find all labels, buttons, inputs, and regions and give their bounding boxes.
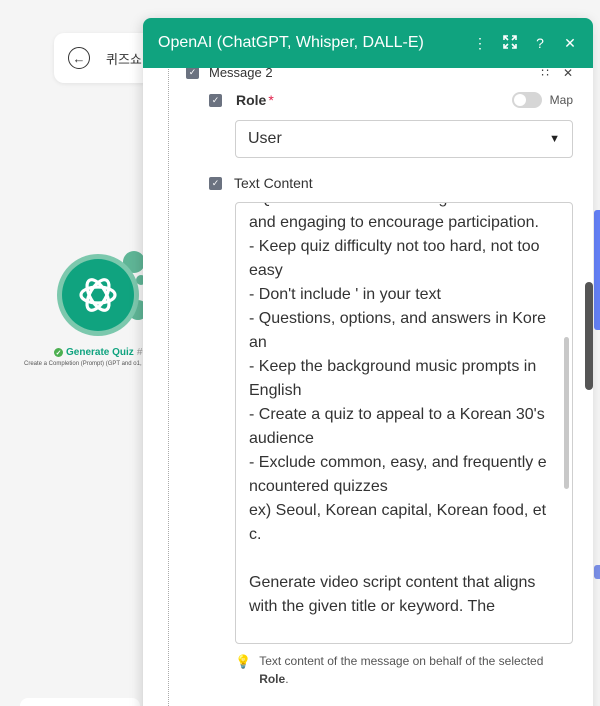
expand-icon[interactable]	[502, 34, 518, 52]
role-select[interactable]: User ▼	[235, 120, 573, 158]
role-checkbox[interactable]: ✓	[209, 93, 222, 107]
text-content-checkbox[interactable]: ✓	[209, 176, 222, 190]
role-field-header: ✓ Role * Map	[209, 92, 573, 108]
dialog-scrollbar[interactable]	[585, 282, 593, 390]
toggle-knob	[513, 94, 526, 106]
map-label: Map	[549, 93, 573, 107]
check-icon: ✓	[54, 348, 63, 357]
back-arrow-icon[interactable]: ←	[68, 47, 90, 69]
more-vertical-icon[interactable]: ⋮	[472, 35, 488, 52]
text-content-label: Text Content	[234, 175, 313, 191]
hint-text: Text content of the message on behalf of…	[259, 652, 575, 688]
help-icon[interactable]: ?	[532, 35, 548, 51]
dialog-title: OpenAI (ChatGPT, Whisper, DALL-E)	[158, 34, 424, 51]
role-select-value: User	[248, 130, 282, 147]
dialog-header: OpenAI (ChatGPT, Whisper, DALL-E) ⋮ ? ✕	[143, 18, 593, 68]
textarea-scrollbar[interactable]	[564, 337, 569, 489]
scenario-title: 퀴즈쇼	[106, 51, 142, 67]
text-content-value: - Questions should be designed to be fun…	[249, 203, 547, 615]
edge-connector	[594, 210, 600, 330]
lightbulb-icon: 💡	[235, 654, 252, 669]
edge-connector	[594, 565, 600, 579]
map-toggle[interactable]	[511, 92, 542, 108]
node-circle	[57, 254, 139, 336]
node-name: Generate Quiz	[66, 347, 134, 358]
field-hint: 💡 Text content of the message on behalf …	[235, 652, 575, 688]
openai-module-node[interactable]	[40, 245, 150, 340]
tree-guide-line	[168, 62, 169, 706]
dialog-body: ✓ Message 2 ∷ ✕ ✓ Role * Map User ▼ ✓ Tex…	[143, 62, 593, 706]
module-settings-dialog: OpenAI (ChatGPT, Whisper, DALL-E) ⋮ ? ✕ …	[143, 18, 593, 706]
node-label: ✓ Generate Quiz #6	[54, 347, 148, 358]
close-icon[interactable]: ✕	[562, 35, 578, 52]
hint-prefix: Text content of the message on behalf of…	[259, 654, 544, 668]
text-content-textarea[interactable]: - Questions should be designed to be fun…	[235, 202, 573, 644]
openai-logo-icon	[62, 259, 134, 331]
text-content-field-header: ✓ Text Content	[209, 175, 313, 191]
bottom-toolbar	[20, 698, 140, 706]
role-label-text: Role	[236, 92, 267, 108]
hint-bold: Role	[259, 672, 286, 686]
scenario-header: ← 퀴즈쇼	[54, 33, 154, 83]
chevron-down-icon: ▼	[549, 133, 560, 145]
required-marker: *	[268, 92, 274, 108]
role-label: Role *	[236, 92, 274, 108]
hint-suffix: .	[285, 672, 289, 686]
node-subtitle: Create a Completion (Prompt) (GPT and o1…	[24, 361, 142, 367]
